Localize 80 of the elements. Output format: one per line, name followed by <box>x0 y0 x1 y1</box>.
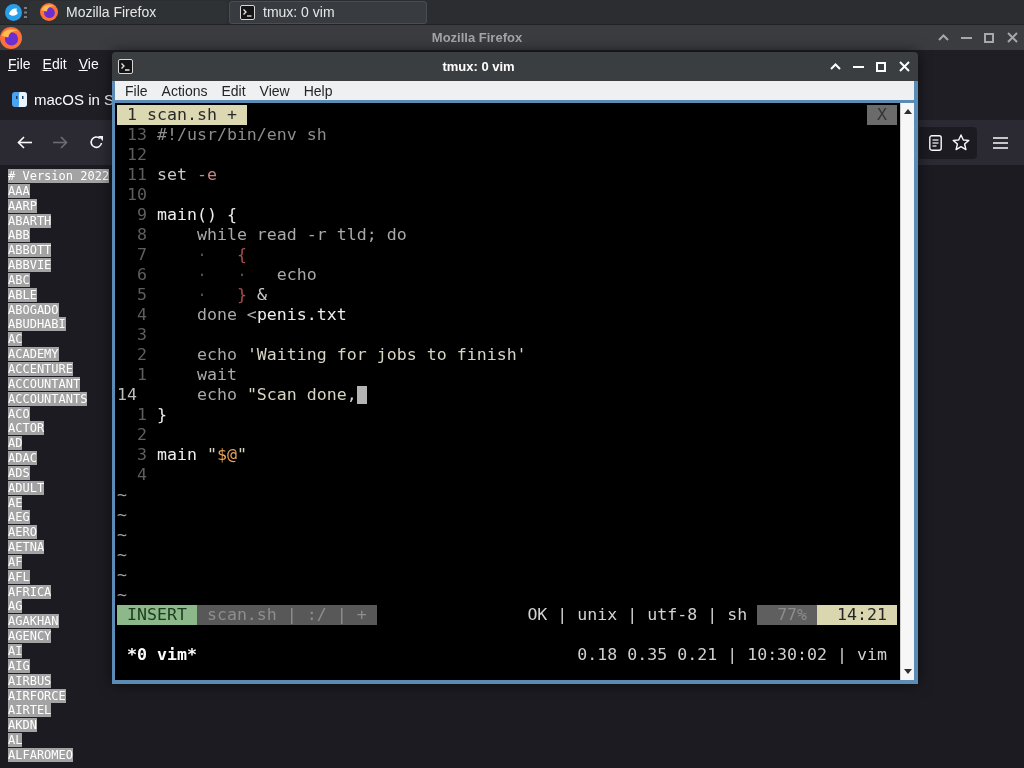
minimize-icon <box>852 65 864 68</box>
arrow-left-icon <box>16 136 32 149</box>
line-number: 11 <box>127 165 147 185</box>
line-number: 8 <box>136 225 147 245</box>
maximize-icon <box>876 61 886 72</box>
menu-item[interactable]: Edit <box>36 54 73 74</box>
code-line: · · echo <box>196 265 317 285</box>
line-number: 3 <box>136 325 147 345</box>
chevron-up-icon <box>829 63 841 70</box>
code-line: main "$@" <box>156 445 247 465</box>
code-line: · } & <box>196 285 267 305</box>
launcher-icon[interactable] <box>5 3 22 21</box>
code-line: · { <box>196 245 247 265</box>
menu-item[interactable]: Actions <box>154 81 215 100</box>
empty-line-marker: ~ <box>117 565 127 585</box>
terminal-icon <box>240 4 255 20</box>
line-number: 4 <box>136 465 147 485</box>
code-line: while read -r tld; do <box>196 225 407 245</box>
menu-item[interactable]: Edit <box>214 81 253 100</box>
menu-item[interactable]: File <box>118 81 155 100</box>
menu-item[interactable]: Vie <box>72 54 105 74</box>
grip-icon <box>24 6 27 18</box>
menu-icon <box>992 136 1008 149</box>
line-number: 12 <box>127 145 147 165</box>
code-line: #!/usr/bin/env sh <box>156 125 327 145</box>
line-number: 14 <box>117 385 137 405</box>
line-number: 13 <box>127 125 147 145</box>
task-button[interactable]: Mozilla Firefox <box>29 0 227 24</box>
maximize-icon <box>984 32 994 43</box>
menu-item[interactable]: File <box>2 54 37 74</box>
window-title: tmux: 0 vim <box>442 59 515 74</box>
favicon-icon <box>12 91 27 107</box>
task-button[interactable]: tmux: 0 vim <box>229 0 427 24</box>
line-number: 9 <box>136 205 147 225</box>
empty-line-marker: ~ <box>117 505 127 525</box>
code-line: echo 'Waiting for jobs to finish' <box>196 345 527 365</box>
line-number: 3 <box>136 445 147 465</box>
close-icon <box>1006 32 1018 43</box>
tmux-status-text: 0.18 0.35 0.21 | 10:30:02 | vim <box>577 645 887 665</box>
close-icon <box>898 61 910 72</box>
menu-item[interactable]: View <box>252 81 297 100</box>
line-number: 2 <box>136 425 147 445</box>
scroll-up-icon <box>903 109 912 114</box>
window-title: Mozilla Firefox <box>431 30 523 45</box>
line-number: 2 <box>136 345 147 365</box>
app-logo-icon <box>40 3 58 21</box>
empty-line-marker: ~ <box>117 585 127 605</box>
tmux-window-label: *0 vim* <box>127 645 197 665</box>
line-number: 4 <box>136 305 147 325</box>
scrollbar[interactable] <box>900 103 914 680</box>
file-format-info: OK | unix | utf-8 | sh <box>527 605 748 625</box>
code-line: wait <box>196 365 237 385</box>
code-line: set -e <box>156 165 217 185</box>
empty-line-marker: ~ <box>117 525 127 545</box>
scroll-down-icon <box>903 669 912 674</box>
editor-tab[interactable]: 1 scan.sh + <box>117 105 247 125</box>
star-icon[interactable] <box>952 134 970 151</box>
minimize-icon <box>960 36 972 39</box>
url-field[interactable] <box>919 126 977 159</box>
line-number: 10 <box>127 185 147 205</box>
empty-line-marker: ~ <box>117 485 127 505</box>
code-line: } <box>156 405 167 425</box>
line-number: 7 <box>136 245 147 265</box>
empty-line-marker: ~ <box>117 545 127 565</box>
terminal-icon <box>118 59 133 74</box>
app-logo-icon <box>0 26 22 49</box>
mode-indicator: INSERT <box>117 605 197 625</box>
reload-icon <box>88 135 104 150</box>
menu-item[interactable]: Help <box>296 81 340 100</box>
code-line: done <penis.txt <box>196 305 347 325</box>
code-line: echo "Scan done, <box>196 385 357 405</box>
line-number: 5 <box>136 285 147 305</box>
arrow-right-icon <box>52 136 68 149</box>
code-line: main() { <box>156 205 237 225</box>
document-icon[interactable] <box>929 134 942 151</box>
chevron-up-icon <box>937 34 949 41</box>
line-number: 6 <box>136 265 147 285</box>
cursor-position: 14:21 <box>817 605 897 625</box>
line-number: 1 <box>136 405 147 425</box>
line-number: 1 <box>136 365 147 385</box>
